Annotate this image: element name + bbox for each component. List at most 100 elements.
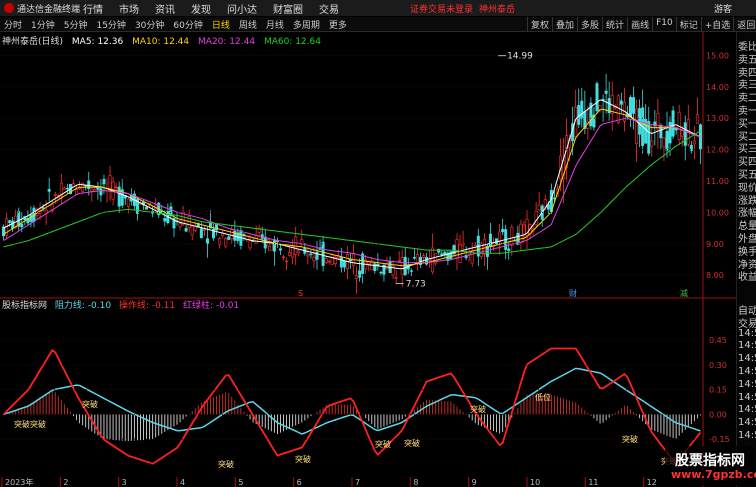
period-tab-monthly[interactable]: 月线 — [266, 18, 284, 31]
tool-huaxian[interactable]: 画线 — [627, 17, 652, 32]
period-tab-multi[interactable]: 多周期 — [293, 18, 320, 31]
menu-item-faxian[interactable]: 发现 — [191, 1, 211, 16]
break-signal-label: 突破 — [82, 399, 98, 409]
watermark-title: 股票指标网 — [675, 453, 745, 469]
candle-body — [422, 255, 426, 258]
candle-body — [126, 198, 130, 207]
quote-panel-label: 14:50 — [738, 378, 756, 390]
candle-body — [47, 189, 51, 192]
tool-duogu[interactable]: 多股 — [577, 17, 602, 32]
candle-body — [580, 100, 584, 119]
tool-tongji[interactable]: 统计 — [602, 17, 627, 32]
period-tab-weekly[interactable]: 周线 — [239, 18, 257, 31]
price-tick-label: 15.00 — [706, 51, 729, 60]
candle-body — [227, 236, 231, 240]
kline-chart[interactable]: 8.00 9.00 10.00 11.00 12.00 13.00 14.00 15.00 -… — [0, 32, 736, 487]
candle-body — [598, 105, 602, 110]
quote-panel-label: 14:50 — [738, 327, 756, 339]
candle-body — [428, 259, 432, 261]
candle-body — [510, 226, 514, 246]
price-tick-label: 12.00 — [706, 146, 729, 155]
period-tab-60min[interactable]: 60分钟 — [173, 18, 202, 31]
menu-item-zixun[interactable]: 资讯 — [155, 1, 175, 16]
candle-body — [65, 187, 69, 190]
candle-body — [254, 235, 258, 244]
candle-body — [431, 247, 435, 273]
period-tab-5min[interactable]: 5分钟 — [64, 18, 88, 31]
tool-add-watchlist[interactable]: +自选 — [700, 17, 734, 32]
candle-body — [409, 270, 413, 272]
candle-body — [537, 204, 541, 211]
quote-panel-label: 收益 — [738, 272, 756, 284]
legend-stock-name: 神州泰岳(日线) — [2, 37, 64, 47]
time-tick-label: 2023年 — [5, 477, 33, 487]
tool-fuquan[interactable]: 复权 — [527, 17, 552, 32]
tool-diejia[interactable]: 叠加 — [552, 17, 577, 32]
tool-f10[interactable]: F10 — [652, 17, 676, 32]
candle-body — [522, 224, 526, 235]
quote-panel-label: 14:50 — [738, 404, 756, 416]
indicator-name[interactable]: 股标指标网 — [2, 301, 47, 311]
candle-body — [403, 256, 407, 276]
menu-item-jiaoyi[interactable]: 交易 — [319, 1, 339, 16]
candle-body — [379, 271, 383, 274]
period-tab-1min[interactable]: 1分钟 — [31, 18, 55, 31]
current-stock-name: 神州泰岳 — [479, 5, 516, 15]
event-marker-jian: 减 — [680, 288, 688, 298]
candle-body — [90, 188, 94, 192]
time-tick-label: 2 — [63, 478, 68, 487]
time-tick-label: 3 — [122, 478, 127, 487]
candle-body — [619, 100, 623, 105]
candle-body — [650, 140, 654, 147]
candle-body — [230, 229, 234, 240]
candle-body — [601, 98, 605, 101]
candle-body — [656, 113, 660, 130]
candle-body — [312, 256, 316, 261]
quote-panel-label: 14:50 — [738, 340, 756, 352]
candle-body — [205, 238, 209, 244]
indicator-legend: 股标指标网 阻力线: -0.10 操作线: -0.11 红绿柱: -0.01 — [2, 298, 244, 311]
tool-biaoji[interactable]: 标记 — [675, 17, 701, 32]
candle-body — [117, 186, 121, 207]
candle-body — [355, 275, 359, 279]
candle-body — [199, 228, 203, 239]
quote-panel-label: 14:50 — [738, 391, 756, 403]
candle-body — [695, 114, 699, 124]
candle-body — [285, 260, 289, 263]
period-tab-fenshi[interactable]: 分时 — [4, 18, 22, 31]
candle-body — [11, 220, 15, 229]
guest-label[interactable]: 游客 — [714, 2, 732, 15]
candle-body — [114, 186, 118, 189]
candle-body — [543, 199, 547, 208]
price-tick-label: 10.00 — [706, 208, 729, 217]
legend-ma5: MA5: 12.36 — [71, 37, 124, 47]
time-tick-label: 6 — [297, 478, 302, 487]
candle-body — [507, 248, 511, 251]
tool-back[interactable]: 返回 — [733, 17, 756, 32]
menu-item-caifuquan[interactable]: 财富圈 — [273, 1, 303, 16]
menu-item-wenxiaoda[interactable]: 问小达 — [227, 1, 257, 16]
candle-body — [330, 254, 334, 265]
candle-body — [668, 122, 672, 144]
indicator-tick-label: 0.30 — [709, 361, 727, 370]
period-tab-daily[interactable]: 日线 — [212, 18, 230, 31]
high-price-label: 14.99 — [507, 52, 533, 62]
time-tick-label: 11 — [588, 478, 598, 487]
candle-body — [373, 263, 377, 272]
login-notice[interactable]: 证券交易未登录 神州泰岳 — [410, 2, 515, 15]
period-tab-15min[interactable]: 15分钟 — [96, 18, 125, 31]
chart-tools: 复权 叠加 多股 统计 画线 F10 标记 +自选 返回 — [527, 17, 756, 32]
menu-item-hangqing[interactable]: 行情 — [83, 1, 103, 16]
top-menu: 行情 市场 资讯 发现 问小达 财富圈 交易 — [83, 1, 355, 16]
candle-body — [190, 225, 194, 236]
menu-item-shichang[interactable]: 市场 — [119, 1, 139, 16]
period-tab-more[interactable]: 更多 — [329, 18, 347, 31]
candle-body — [482, 238, 486, 255]
price-tick-label: 11.00 — [706, 177, 729, 186]
candle-body — [178, 223, 182, 227]
candle-body — [163, 218, 167, 222]
period-tab-30min[interactable]: 30分钟 — [135, 18, 164, 31]
candle-body — [628, 97, 632, 118]
break-signal-label: 突破 — [218, 459, 234, 469]
login-notice-text[interactable]: 证券交易未登录 — [410, 5, 473, 15]
